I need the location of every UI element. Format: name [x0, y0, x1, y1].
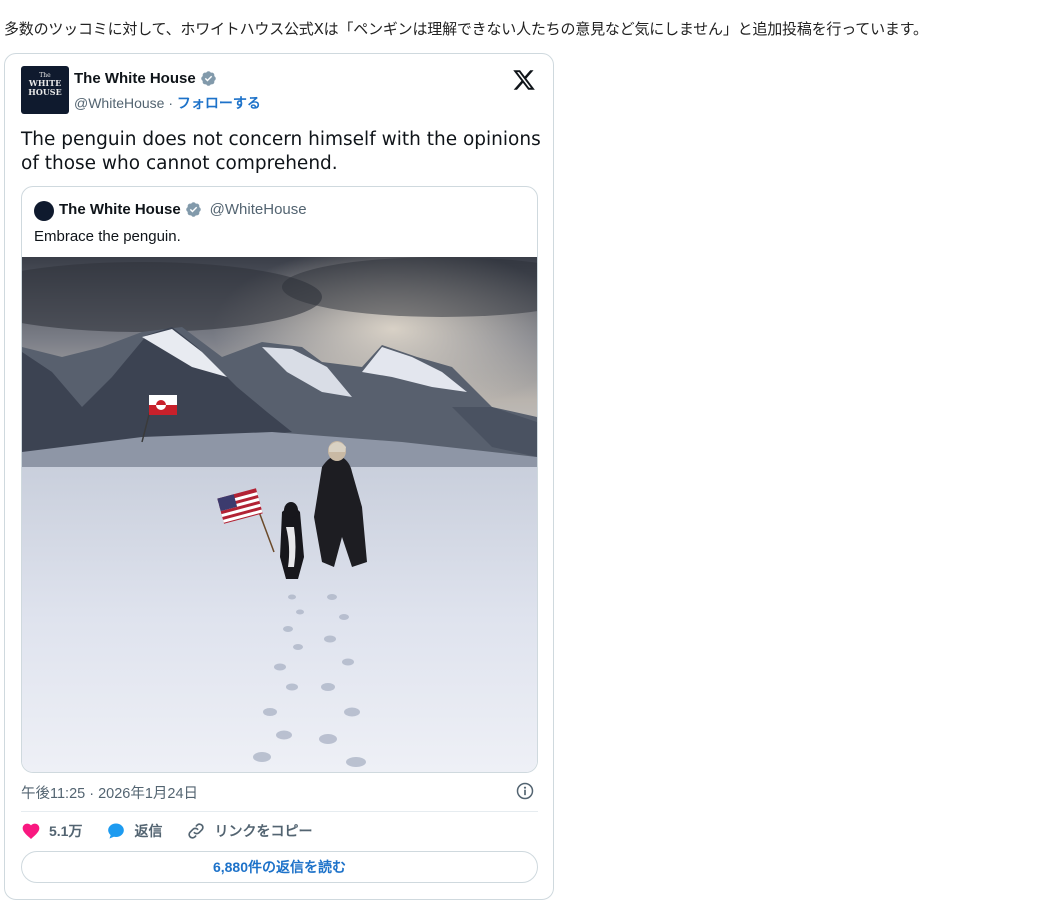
- quoted-author-avatar: [34, 201, 54, 221]
- verified-badge-icon: [200, 71, 216, 86]
- quoted-tweet-text: Embrace the penguin.: [34, 228, 181, 245]
- tweet-text: The penguin does not concern himself wit…: [21, 129, 541, 174]
- quoted-author-handle: @WhiteHouse: [209, 201, 307, 218]
- tweet-actions-bar: 5.1万 返信 リンクをコピー: [21, 820, 336, 842]
- read-replies-button[interactable]: 6,880件の返信を読む: [21, 851, 538, 883]
- copy-link-button[interactable]: リンクをコピー: [186, 821, 312, 841]
- handle-separator: ·: [164, 95, 177, 111]
- author-name-row: The White House: [74, 70, 217, 87]
- author-handle-row: @WhiteHouse · フォローする: [74, 93, 261, 113]
- reply-button[interactable]: 返信: [106, 821, 162, 841]
- author-name[interactable]: The White House: [74, 70, 196, 87]
- quoted-author-name: The White House: [59, 201, 181, 218]
- follow-button[interactable]: フォローする: [177, 95, 261, 111]
- author-avatar[interactable]: The WHITE HOUSE: [21, 66, 69, 114]
- tweet-photo[interactable]: [22, 257, 537, 772]
- article-caption: 多数のツッコミに対して、ホワイトハウス公式Xは「ペンギンは理解できない人たちの意…: [4, 20, 928, 38]
- quoted-tweet[interactable]: The White House @WhiteHouse Embrace the …: [21, 186, 538, 773]
- embedded-tweet-card[interactable]: The WHITE HOUSE The White House @WhiteHo…: [4, 53, 554, 900]
- avatar-text-line-3: HOUSE: [28, 86, 62, 97]
- actions-divider: [21, 811, 538, 812]
- like-button[interactable]: 5.1万: [21, 821, 82, 841]
- heart-icon: [22, 823, 40, 839]
- like-count: 5.1万: [49, 823, 83, 839]
- reply-bubble-icon: [108, 823, 125, 839]
- verified-badge-icon: [185, 202, 201, 217]
- link-icon: [188, 823, 205, 839]
- reply-label: 返信: [134, 823, 163, 839]
- info-icon[interactable]: [515, 781, 535, 801]
- author-handle[interactable]: @WhiteHouse: [74, 95, 164, 111]
- tweet-timestamp[interactable]: 午後11:25 · 2026年1月24日: [21, 782, 198, 803]
- x-logo-icon[interactable]: [512, 68, 536, 92]
- quoted-author-row: The White House @WhiteHouse: [59, 201, 307, 218]
- copy-link-label: リンクをコピー: [214, 823, 313, 839]
- avatar-text-line-1: The: [39, 72, 51, 79]
